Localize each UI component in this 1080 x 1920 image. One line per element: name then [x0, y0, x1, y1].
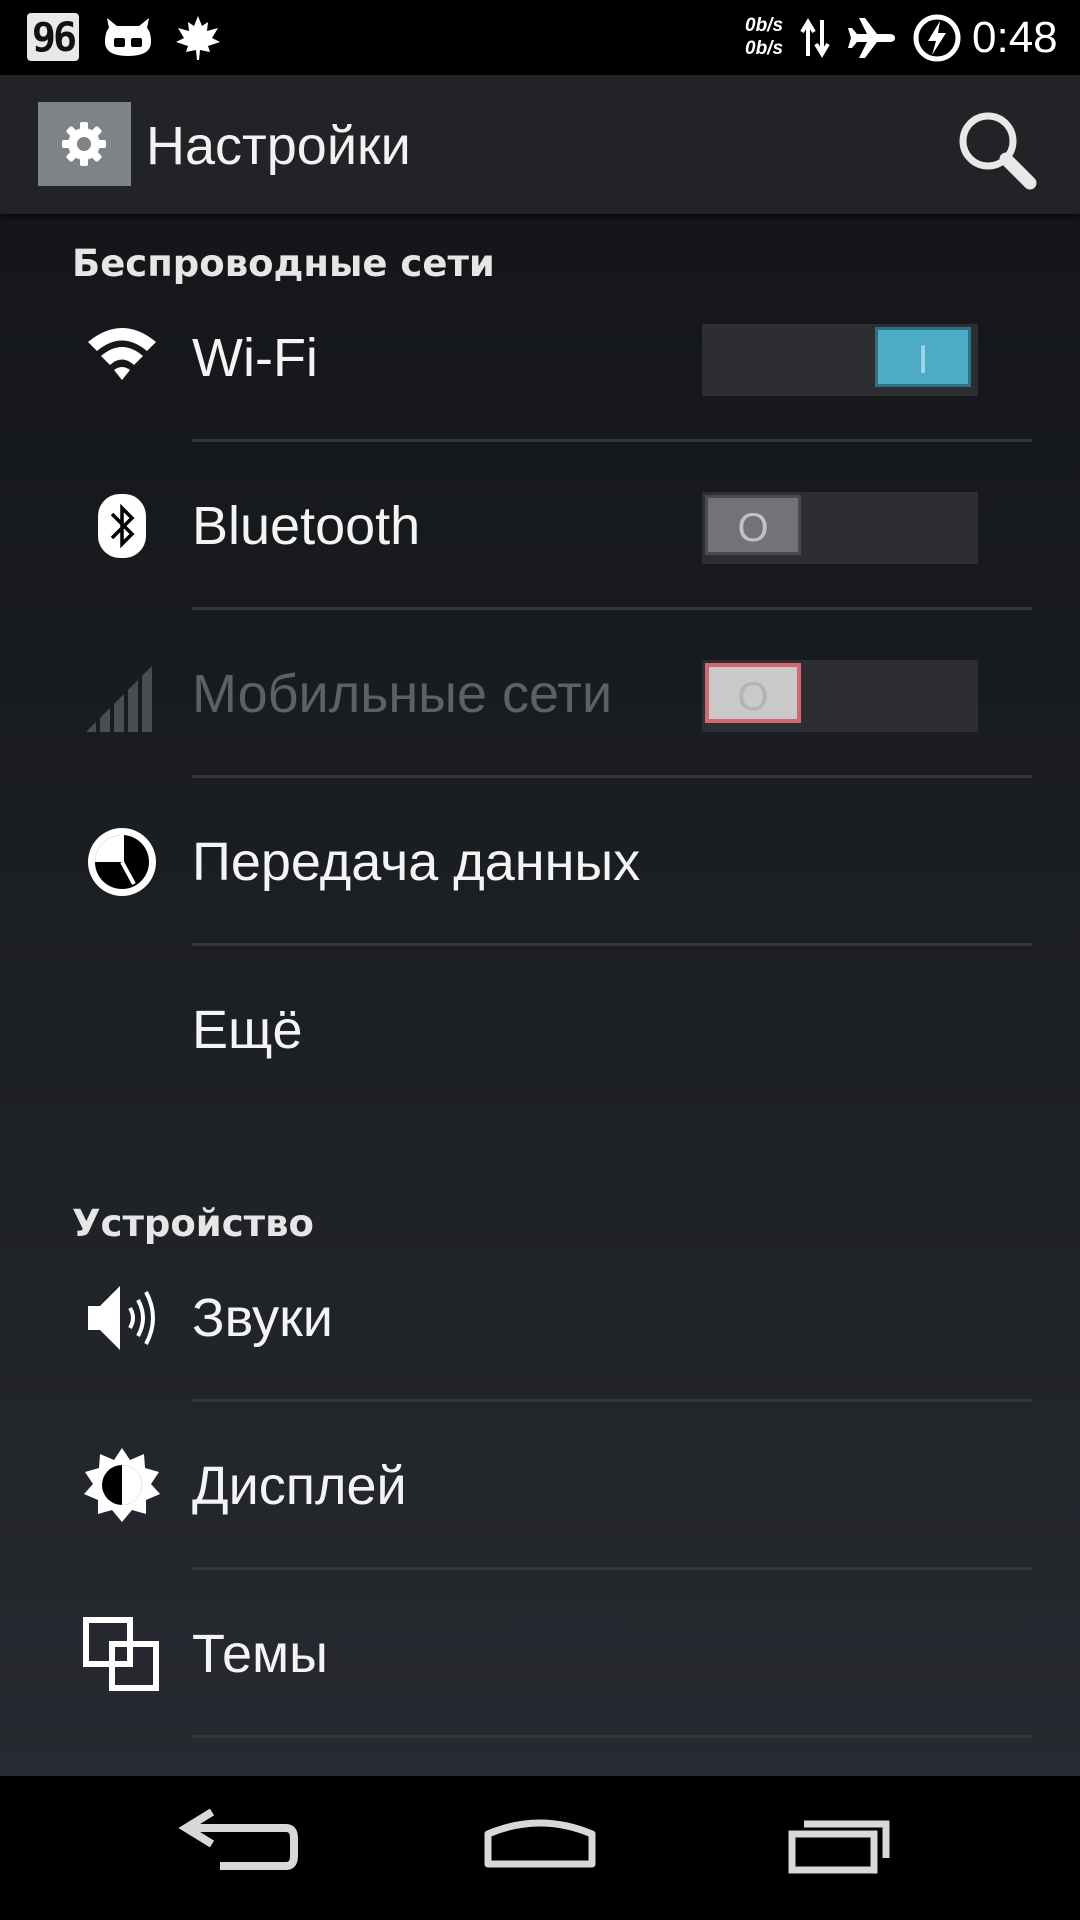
settings-item-sound[interactable]: Звуки — [0, 1234, 1080, 1402]
home-button[interactable] — [470, 1798, 610, 1898]
brightness-icon — [84, 1448, 160, 1522]
network-speed: 0b/s 0b/s — [745, 14, 795, 64]
settings-screen: 96 0b/s 0b/s 0:48 Настройки Беспроводные… — [0, 0, 1080, 1920]
settings-item-display[interactable]: Дисплей — [0, 1402, 1080, 1570]
clock: 0:48 — [972, 13, 1058, 62]
themes-icon — [83, 1617, 159, 1691]
volume-icon — [88, 1286, 155, 1350]
wifi-toggle[interactable]: I — [702, 324, 978, 396]
toggle-thumb: O — [705, 495, 801, 555]
home-icon — [484, 1819, 596, 1868]
settings-item-label: Передача данных — [192, 832, 641, 892]
bluetooth-icon — [98, 494, 146, 558]
settings-item-label: Темы — [192, 1624, 328, 1684]
battery-icon: 96 — [27, 13, 79, 61]
page-title: Настройки — [146, 116, 411, 176]
settings-item-wifi[interactable]: Wi-Fi I — [0, 274, 1080, 442]
settings-item-data-usage[interactable]: Передача данных — [0, 778, 1080, 946]
settings-item-more[interactable]: Ещё — [0, 946, 1080, 1114]
recents-icon — [788, 1820, 890, 1874]
settings-item-label: Звуки — [192, 1288, 333, 1348]
settings-item-themes[interactable]: Темы — [0, 1570, 1080, 1738]
settings-item-label: Wi-Fi — [192, 328, 318, 388]
mobile-signal-icon — [86, 666, 152, 732]
settings-list: Беспроводные сети Wi-Fi I Bluetooth O Мо… — [0, 214, 1080, 1776]
net-speed-down: 0b/s — [745, 38, 784, 59]
power-icon — [913, 14, 961, 62]
navigation-bar — [0, 1776, 1080, 1920]
data-usage-icon — [88, 828, 156, 896]
settings-item-label: Ещё — [192, 1000, 303, 1060]
search-button[interactable] — [950, 105, 1040, 195]
mobile-networks-toggle: O — [702, 660, 978, 732]
wifi-icon — [88, 328, 156, 380]
settings-gear-icon — [62, 122, 106, 166]
airplane-mode-icon — [848, 18, 895, 58]
data-activity-icon — [800, 18, 830, 58]
net-speed-up: 0b/s — [745, 15, 784, 36]
status-bar: 96 0b/s 0b/s 0:48 — [0, 0, 1080, 75]
search-icon — [959, 112, 1037, 190]
cyanogen-icon — [105, 18, 151, 56]
divider — [192, 1735, 1032, 1738]
back-button[interactable] — [170, 1798, 310, 1898]
back-icon — [178, 1808, 298, 1870]
action-bar: Настройки — [0, 75, 1080, 214]
settings-item-label: Дисплей — [192, 1456, 407, 1516]
settings-item-mobile-networks: Мобильные сети O — [0, 610, 1080, 778]
app-icon[interactable] — [38, 102, 131, 186]
toggle-thumb: O — [705, 663, 801, 723]
leaf-icon — [176, 16, 220, 60]
settings-item-label: Мобильные сети — [192, 664, 613, 724]
settings-item-bluetooth[interactable]: Bluetooth O — [0, 442, 1080, 610]
toggle-thumb: I — [875, 327, 971, 387]
recents-button[interactable] — [770, 1798, 910, 1898]
settings-item-label: Bluetooth — [192, 496, 421, 556]
bluetooth-toggle[interactable]: O — [702, 492, 978, 564]
